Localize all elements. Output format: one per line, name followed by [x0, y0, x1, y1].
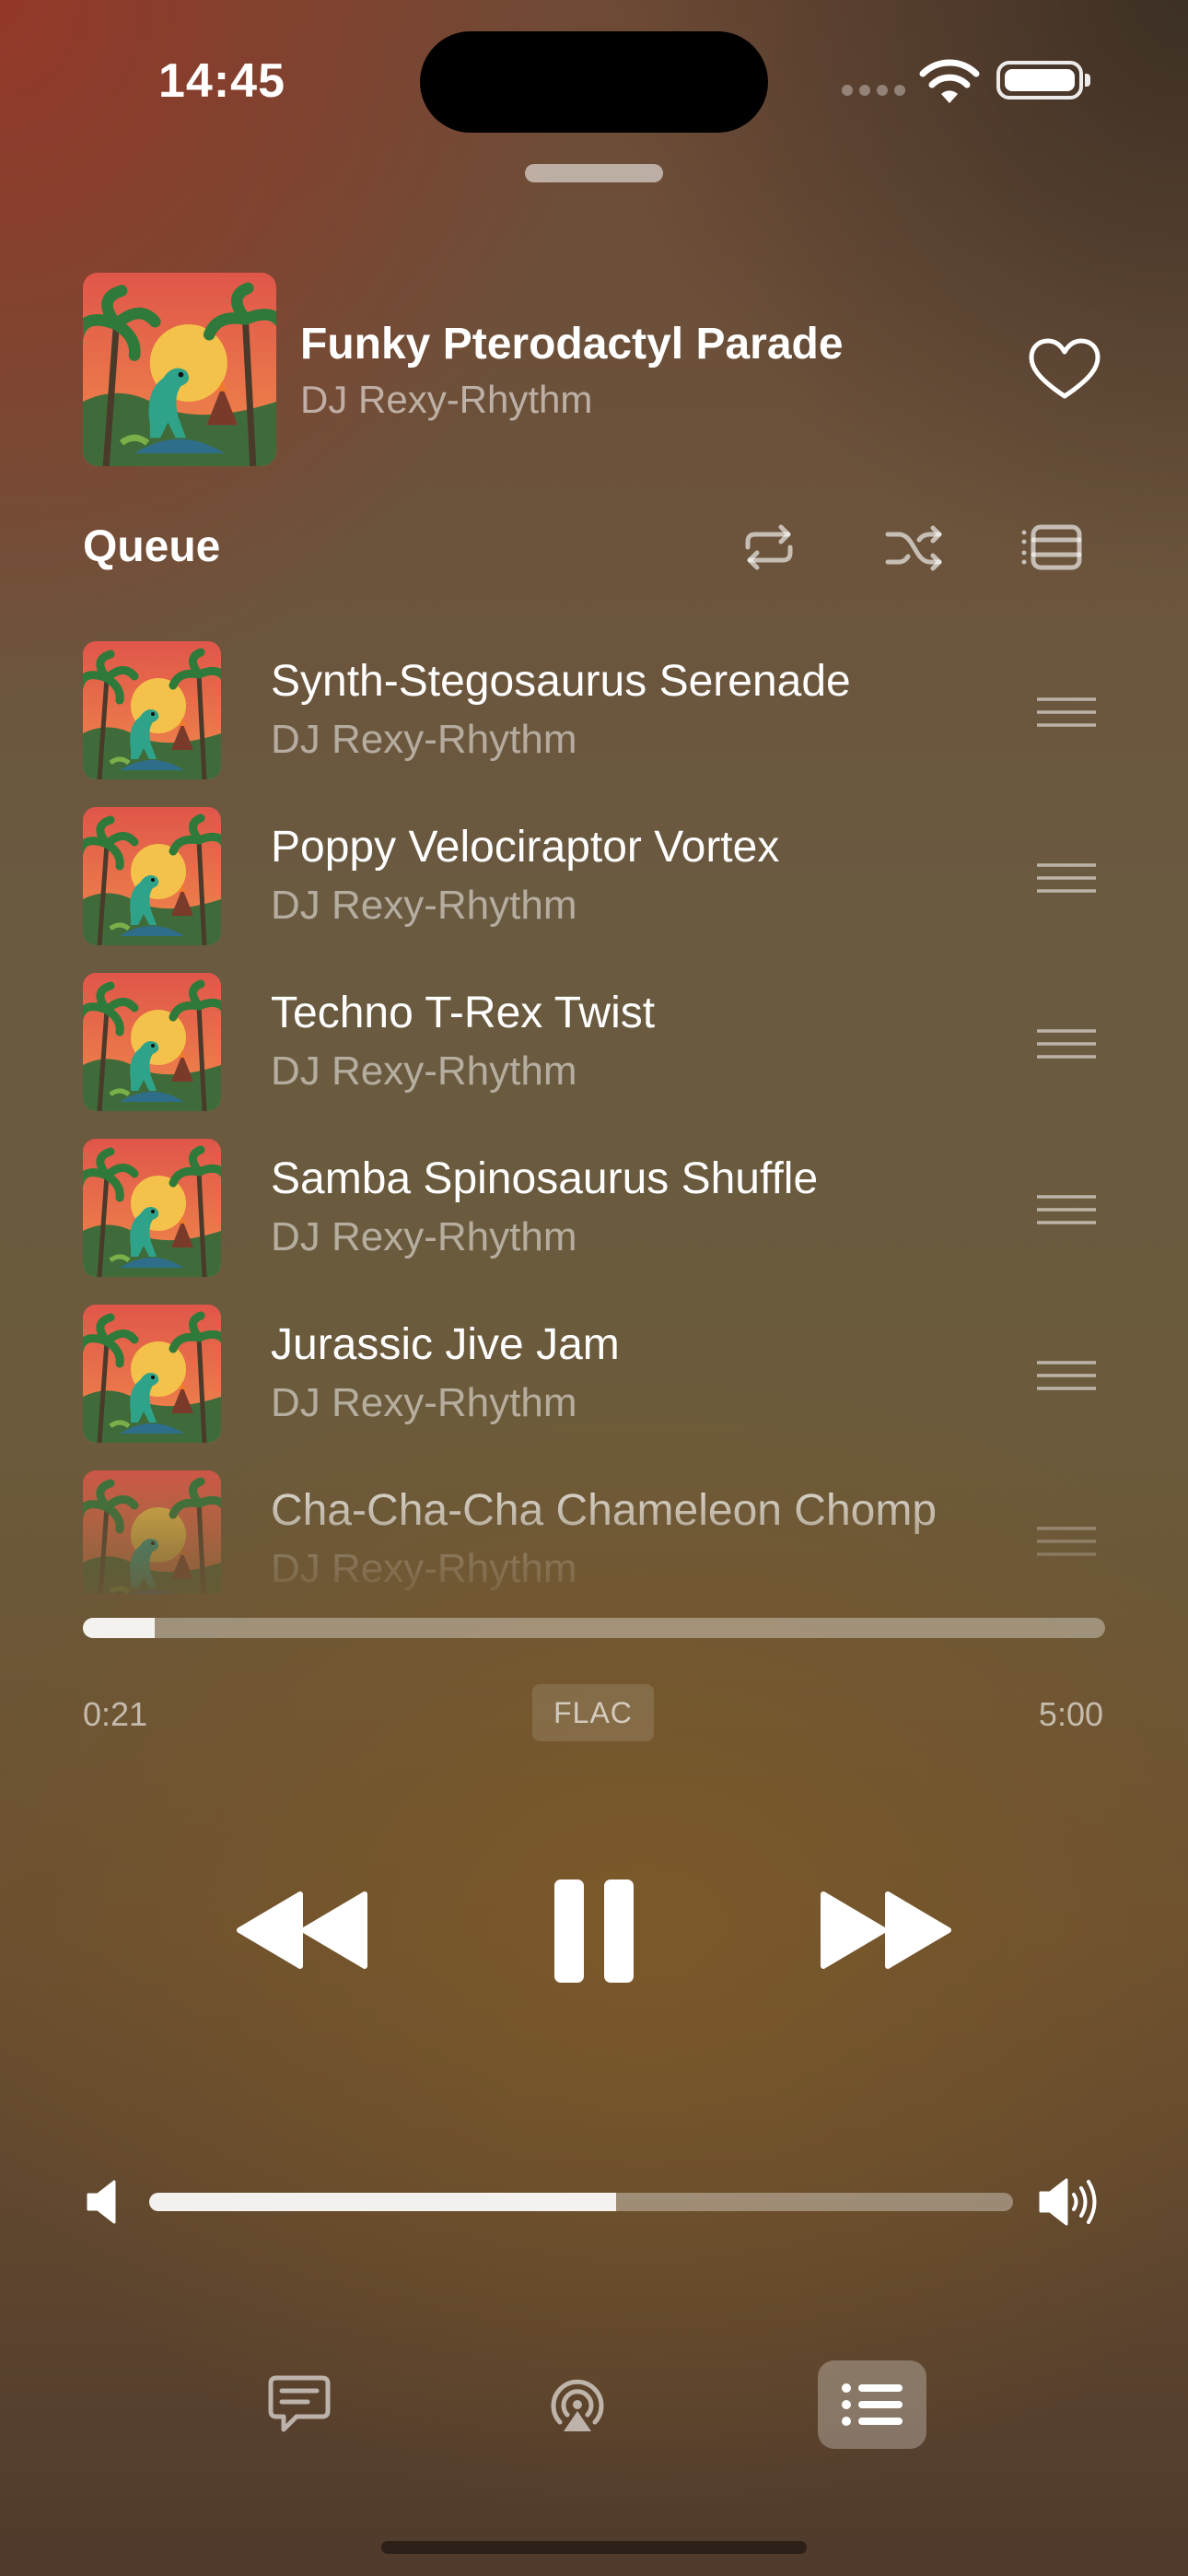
- audio-format-badge: FLAC: [532, 1684, 654, 1741]
- favorite-heart-icon[interactable]: [1028, 337, 1101, 402]
- now-playing-artist[interactable]: DJ Rexy-Rhythm: [300, 378, 592, 422]
- track-artwork: [83, 1470, 221, 1594]
- queue-item[interactable]: Cha-Cha-Cha Chameleon Chomp DJ Rexy-Rhyt…: [83, 1465, 1105, 1594]
- dynamic-island: [420, 31, 768, 133]
- list-icon: [842, 2383, 903, 2426]
- track-artist: DJ Rexy-Rhythm: [271, 1546, 577, 1591]
- lyrics-bubble-icon: [268, 2375, 331, 2432]
- queue-item[interactable]: Poppy Velociraptor Vortex DJ Rexy-Rhythm: [83, 802, 1105, 949]
- battery-icon: [996, 61, 1090, 100]
- reorder-handle-icon[interactable]: [1037, 1194, 1096, 1225]
- track-title: Synth-Stegosaurus Serenade: [271, 657, 851, 706]
- now-playing-artwork: [83, 273, 276, 466]
- status-time: 14:45: [158, 54, 285, 108]
- total-time: 5:00: [1038, 1695, 1103, 1733]
- track-title: Samba Spinosaurus Shuffle: [271, 1154, 819, 1203]
- cellular-signal-icon: [842, 85, 905, 96]
- track-artist: DJ Rexy-Rhythm: [271, 883, 577, 928]
- track-artwork: [83, 1139, 221, 1277]
- volume-min-icon: [87, 2180, 116, 2224]
- elapsed-time: 0:21: [83, 1695, 148, 1733]
- airplay-button[interactable]: [523, 2360, 632, 2449]
- reorder-handle-icon[interactable]: [1037, 862, 1096, 894]
- repeat-icon[interactable]: [737, 520, 801, 575]
- reorder-handle-icon[interactable]: [1037, 1028, 1096, 1060]
- shuffle-icon[interactable]: [882, 520, 947, 575]
- volume-max-icon: [1039, 2178, 1097, 2226]
- track-title: Techno T-Rex Twist: [271, 989, 656, 1037]
- track-artist: DJ Rexy-Rhythm: [271, 717, 577, 762]
- track-title: Jurassic Jive Jam: [271, 1320, 620, 1369]
- now-playing-title: Funky Pterodactyl Parade: [300, 320, 844, 369]
- track-title: Cha-Cha-Cha Chameleon Chomp: [271, 1486, 938, 1535]
- pause-icon[interactable]: [553, 1878, 635, 1985]
- playback-progress-fill: [83, 1618, 155, 1638]
- track-artwork: [83, 1305, 221, 1443]
- volume-slider[interactable]: [149, 2193, 1013, 2211]
- fast-forward-icon[interactable]: [820, 1891, 952, 1970]
- playback-scrubber[interactable]: [83, 1618, 1105, 1638]
- track-title: Poppy Velociraptor Vortex: [271, 823, 780, 872]
- reorder-handle-icon[interactable]: [1037, 697, 1096, 728]
- queue-item[interactable]: Techno T-Rex Twist DJ Rexy-Rhythm: [83, 967, 1105, 1115]
- track-artist: DJ Rexy-Rhythm: [271, 1380, 577, 1425]
- reorder-handle-icon[interactable]: [1037, 1360, 1096, 1391]
- home-indicator[interactable]: [381, 2541, 807, 2554]
- queue-item[interactable]: Synth-Stegosaurus Serenade DJ Rexy-Rhyth…: [83, 636, 1105, 783]
- track-artwork: [83, 807, 221, 945]
- volume-level-fill: [149, 2193, 616, 2211]
- sheet-grabber[interactable]: [525, 164, 663, 182]
- reorder-handle-icon[interactable]: [1037, 1526, 1096, 1557]
- rewind-icon[interactable]: [236, 1891, 368, 1970]
- track-artwork: [83, 973, 221, 1111]
- track-artist: DJ Rexy-Rhythm: [271, 1214, 577, 1259]
- queue-list[interactable]: Synth-Stegosaurus Serenade DJ Rexy-Rhyth…: [83, 636, 1105, 1594]
- queue-item[interactable]: Samba Spinosaurus Shuffle DJ Rexy-Rhythm: [83, 1133, 1105, 1281]
- queue-item[interactable]: Jurassic Jive Jam DJ Rexy-Rhythm: [83, 1299, 1105, 1446]
- track-artwork: [83, 641, 221, 779]
- queue-button[interactable]: [818, 2360, 926, 2449]
- infinity-queue-icon[interactable]: [1020, 520, 1085, 575]
- queue-heading: Queue: [83, 522, 221, 571]
- track-artist: DJ Rexy-Rhythm: [271, 1048, 577, 1094]
- wifi-icon: [919, 59, 980, 103]
- lyrics-button[interactable]: [245, 2360, 354, 2449]
- airplay-icon: [551, 2379, 604, 2431]
